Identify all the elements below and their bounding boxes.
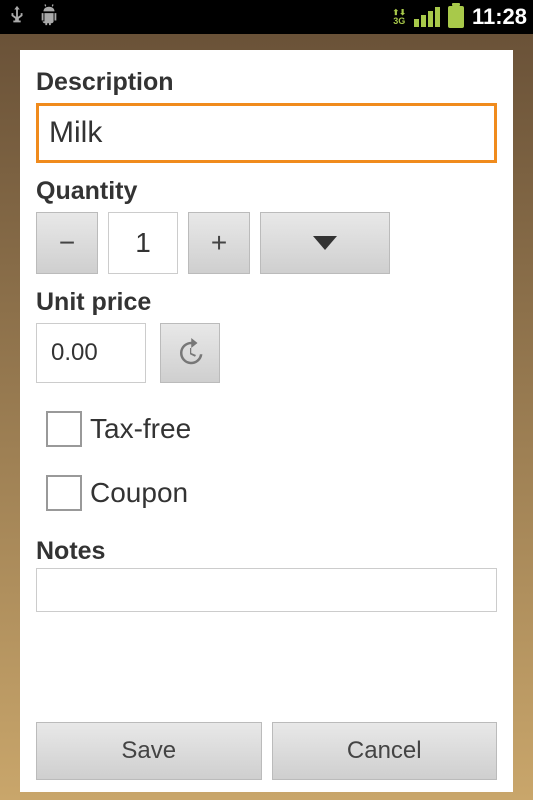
quantity-input[interactable] bbox=[108, 212, 178, 274]
unit-price-label: Unit price bbox=[36, 288, 497, 317]
chevron-down-icon bbox=[313, 236, 337, 250]
notes-input[interactable] bbox=[36, 568, 497, 612]
usb-icon bbox=[6, 4, 28, 31]
history-icon bbox=[175, 338, 205, 368]
quantity-label: Quantity bbox=[36, 177, 497, 206]
tax-free-label: Tax-free bbox=[90, 413, 191, 445]
notes-label: Notes bbox=[36, 537, 497, 566]
description-label: Description bbox=[36, 68, 497, 97]
network-3g-icon: ⬆⬇ 3G bbox=[393, 9, 406, 26]
cancel-button[interactable]: Cancel bbox=[272, 722, 498, 780]
quantity-row: − + bbox=[36, 212, 497, 274]
save-button[interactable]: Save bbox=[36, 722, 262, 780]
tax-free-checkbox[interactable] bbox=[46, 411, 82, 447]
price-row bbox=[36, 323, 497, 383]
coupon-row: Coupon bbox=[46, 475, 497, 511]
quantity-decrement-button[interactable]: − bbox=[36, 212, 98, 274]
description-input[interactable] bbox=[36, 103, 497, 163]
clock: 11:28 bbox=[472, 4, 527, 30]
tax-free-row: Tax-free bbox=[46, 411, 497, 447]
coupon-label: Coupon bbox=[90, 477, 188, 509]
android-debug-icon bbox=[38, 4, 60, 31]
coupon-checkbox[interactable] bbox=[46, 475, 82, 511]
dialog-footer: Save Cancel bbox=[36, 710, 497, 780]
battery-icon bbox=[448, 6, 464, 28]
status-bar: ⬆⬇ 3G 11:28 bbox=[0, 0, 533, 34]
edit-item-dialog: Description Quantity − + Unit price Tax-… bbox=[20, 50, 513, 792]
unit-price-input[interactable] bbox=[36, 323, 146, 383]
status-right: ⬆⬇ 3G 11:28 bbox=[393, 4, 527, 30]
status-left bbox=[6, 4, 60, 31]
price-history-button[interactable] bbox=[160, 323, 220, 383]
quantity-increment-button[interactable]: + bbox=[188, 212, 250, 274]
signal-strength-icon bbox=[414, 7, 440, 27]
unit-dropdown[interactable] bbox=[260, 212, 390, 274]
